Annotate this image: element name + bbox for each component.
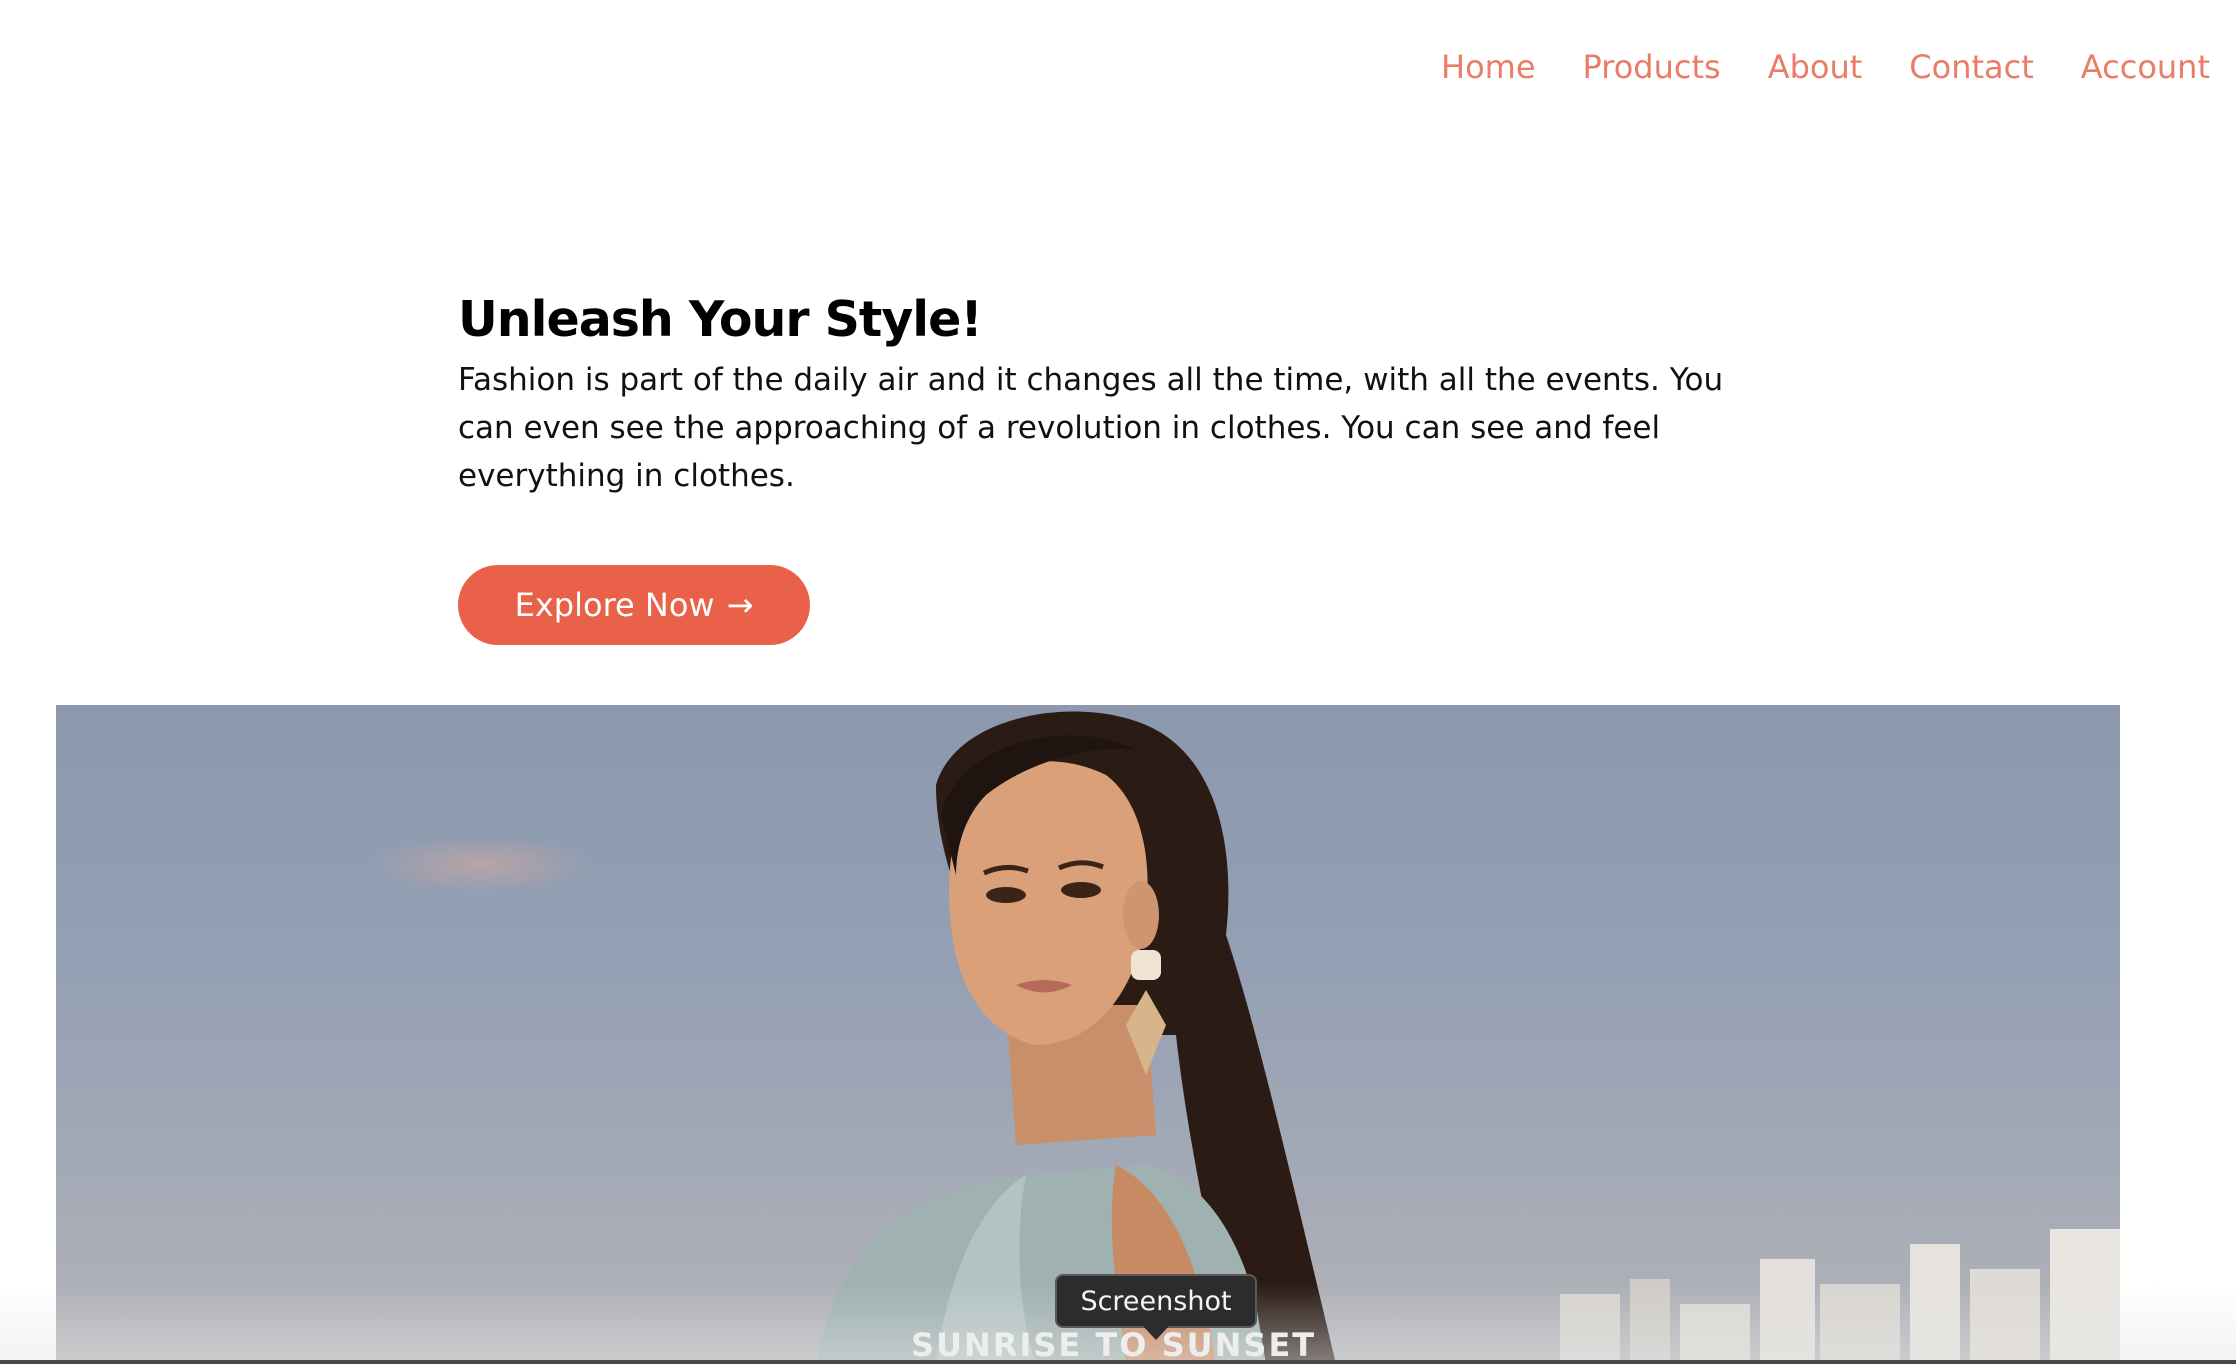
cloud-decoration [366, 835, 596, 895]
model-photo [816, 711, 1336, 1364]
hero-section: Unleash Your Style! Fashion is part of t… [458, 290, 1758, 500]
nav-contact-link[interactable]: Contact [1909, 48, 2034, 86]
explore-now-label: Explore Now [514, 586, 715, 624]
nav-home-link[interactable]: Home [1441, 48, 1536, 86]
hero-title: Unleash Your Style! [458, 291, 983, 348]
screenshot-tooltip: Screenshot [1055, 1274, 1257, 1328]
arrow-right-icon: → [726, 586, 754, 624]
main-nav: Home Products About Contact Account [1441, 48, 2210, 86]
page: Home Products About Contact Account Unle… [0, 0, 2236, 1364]
nav-about-link[interactable]: About [1768, 48, 1863, 86]
hero-image: SUNRISE TO SUNSET [56, 705, 2120, 1364]
tooltip-pointer [1143, 1326, 1169, 1340]
nav-account-link[interactable]: Account [2081, 48, 2210, 86]
image-caption: SUNRISE TO SUNSET [911, 1326, 1317, 1364]
nav-products-link[interactable]: Products [1583, 48, 1721, 86]
city-skyline [1560, 1229, 2120, 1364]
explore-now-button[interactable]: Explore Now → [458, 565, 810, 645]
hero-description: Fashion is part of the daily air and it … [458, 362, 1724, 494]
bottom-divider [0, 1360, 2236, 1364]
